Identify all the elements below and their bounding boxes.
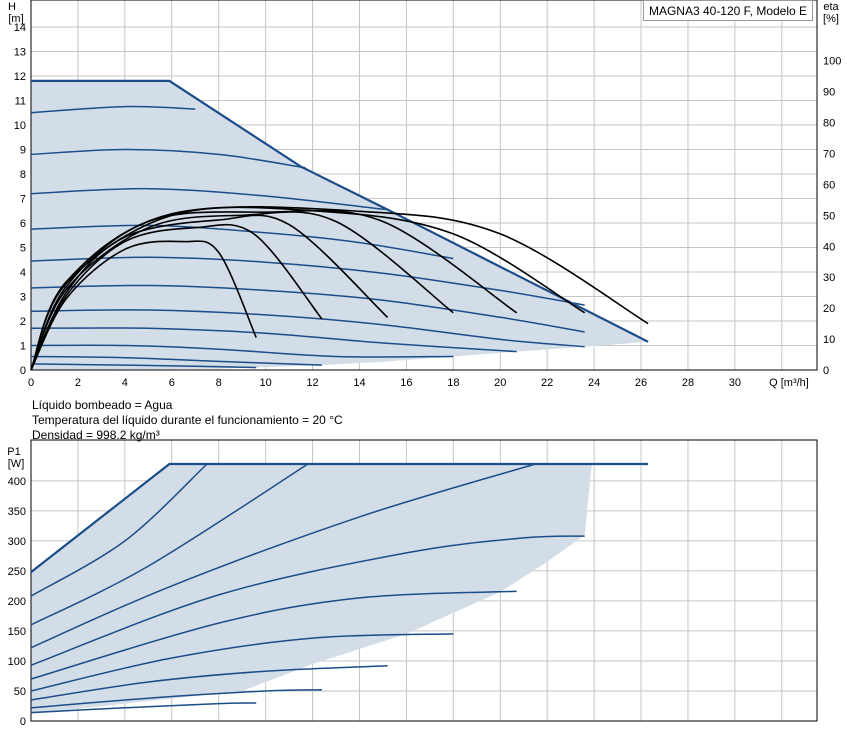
- y-tick-label: 100: [8, 656, 26, 668]
- y-tick-label: 1: [20, 340, 26, 352]
- y2-tick-label: 100: [823, 56, 841, 68]
- info-liquid: Líquido bombeado = Agua: [32, 398, 173, 412]
- y-tick-label: 3: [20, 291, 26, 303]
- x-tick-label: 20: [494, 377, 506, 389]
- x-tick-label: 18: [447, 377, 459, 389]
- y-tick-label: 6: [20, 218, 26, 230]
- x-tick-label: 30: [729, 377, 741, 389]
- p1-axis-unit: [W]: [8, 458, 25, 470]
- x-tick-label: 28: [682, 377, 694, 389]
- y-tick-label: 0: [20, 365, 26, 377]
- y-tick-label: 5: [20, 242, 26, 254]
- y-tick-label: 13: [14, 46, 26, 58]
- info-density: Densidad = 998.2 kg/m³: [32, 428, 160, 442]
- y-tick-label: 12: [14, 71, 26, 83]
- p1-axis-label: P1: [7, 446, 20, 458]
- x-tick-label: 8: [216, 377, 222, 389]
- x-tick-label: 26: [635, 377, 647, 389]
- y-tick-label: 7: [20, 193, 26, 205]
- y2-tick-label: 50: [823, 210, 835, 222]
- y2-tick-label: 40: [823, 241, 835, 253]
- y2-axis-label: eta: [823, 1, 839, 13]
- info-temperature: Temperatura del líquido durante el funci…: [32, 413, 343, 427]
- x-tick-label: 12: [306, 377, 318, 389]
- pump-curves-chart: 0123456789101112131401020304050607080901…: [7, 0, 841, 728]
- y-tick-label: 350: [8, 506, 26, 518]
- y-tick-label: 4: [20, 267, 26, 279]
- y2-tick-label: 10: [823, 334, 835, 346]
- x-tick-label: 2: [75, 377, 81, 389]
- y2-tick-label: 30: [823, 272, 835, 284]
- x-tick-label: 22: [541, 377, 553, 389]
- head-efficiency-plot: 0123456789101112131401020304050607080901…: [8, 0, 841, 389]
- y-tick-label: 300: [8, 536, 26, 548]
- x-tick-label: 24: [588, 377, 600, 389]
- y2-axis-unit: [%]: [823, 13, 839, 25]
- y-tick-label: 250: [8, 566, 26, 578]
- x-tick-label: 6: [169, 377, 175, 389]
- y-tick-label: 8: [20, 169, 26, 181]
- y2-tick-label: 0: [823, 365, 829, 377]
- y-axis-unit: [m]: [8, 13, 23, 25]
- x-tick-label: 14: [353, 377, 365, 389]
- y-tick-label: 0: [20, 716, 26, 728]
- y-tick-label: 150: [8, 626, 26, 638]
- legend-box: MAGNA3 40-120 F, Modelo E: [643, 0, 813, 21]
- x-tick-label: 0: [28, 377, 34, 389]
- x-axis-label: Q [m³/h]: [769, 377, 809, 389]
- power-plot: 0 50 100 150 200 250 300 350 400 P1[W]: [7, 439, 818, 728]
- y2-tick-label: 80: [823, 118, 835, 130]
- y-tick-label: 200: [8, 596, 26, 608]
- y2-tick-label: 60: [823, 179, 835, 191]
- y-axis-label: H: [8, 1, 16, 13]
- y-tick-label: 11: [15, 95, 26, 107]
- y-tick-label: 2: [20, 316, 26, 328]
- y-tick-label: 10: [14, 120, 26, 132]
- y-tick-label: 400: [8, 476, 26, 488]
- y-tick-label: 9: [20, 144, 26, 156]
- x-tick-label: 16: [400, 377, 412, 389]
- x-tick-label: 4: [122, 377, 128, 389]
- y2-tick-label: 20: [823, 303, 835, 315]
- y2-tick-label: 70: [823, 148, 835, 160]
- y2-tick-label: 90: [823, 87, 835, 99]
- x-tick-label: 10: [260, 377, 272, 389]
- y-tick-label: 50: [14, 686, 26, 698]
